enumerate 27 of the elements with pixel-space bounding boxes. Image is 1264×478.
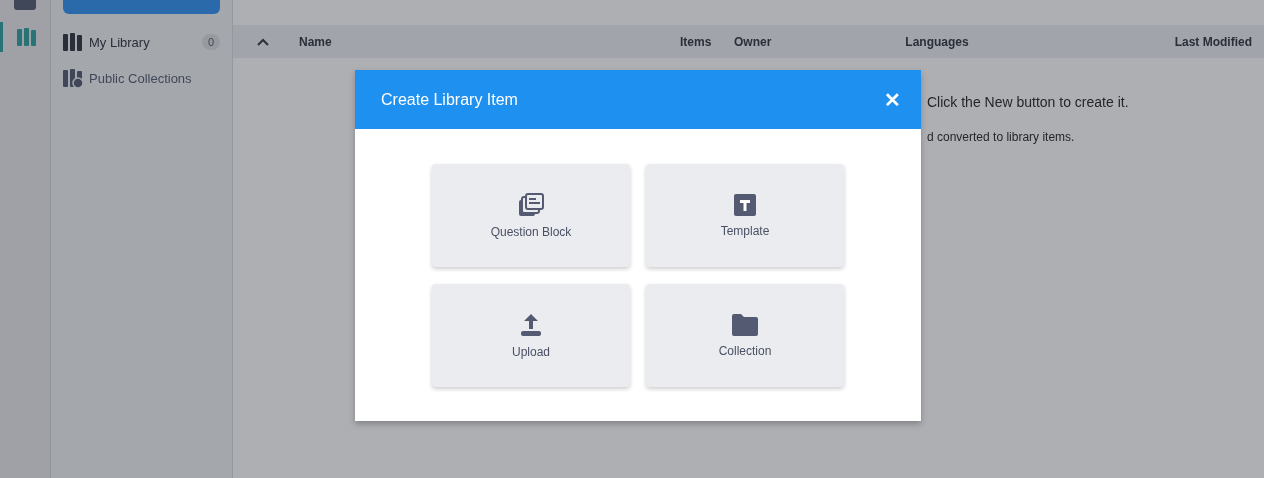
count-badge: 0: [201, 34, 220, 50]
upload-icon: [520, 312, 542, 337]
folder-icon: [732, 313, 758, 336]
option-card[interactable]: Upload: [432, 284, 630, 387]
column-header[interactable]: Name: [299, 34, 680, 49]
option-card[interactable]: Template: [646, 164, 844, 267]
books-icon: [16, 27, 37, 47]
empty-message: d converted to library items.: [927, 130, 1076, 144]
option-card[interactable]: Question Block: [432, 164, 630, 267]
column-header[interactable]: Last Modified: [1052, 34, 1252, 49]
empty-message: Click the New button to create it.: [927, 94, 1130, 110]
column-header[interactable]: Languages: [822, 34, 1052, 49]
stacked-pages-icon: [518, 192, 544, 217]
close-button[interactable]: ✕: [884, 87, 901, 112]
caret-icon[interactable]: [257, 37, 269, 46]
sidebar-item[interactable]: My Library 0: [63, 28, 220, 56]
option-card[interactable]: Collection: [646, 284, 844, 387]
sidebar-item[interactable]: Public Collections: [63, 64, 220, 92]
books-icon: [63, 32, 83, 52]
books-globe-icon: [63, 68, 83, 88]
letter-t-icon: [734, 193, 756, 216]
dialog-title: Create Library Item: [381, 90, 518, 109]
sidebar-label: My Library: [89, 34, 150, 50]
column-header[interactable]: Owner: [734, 34, 822, 49]
sidebar-label: Public Collections: [89, 70, 192, 86]
rail-icon[interactable]: [14, 0, 36, 10]
column-header[interactable]: Items: [680, 34, 734, 49]
